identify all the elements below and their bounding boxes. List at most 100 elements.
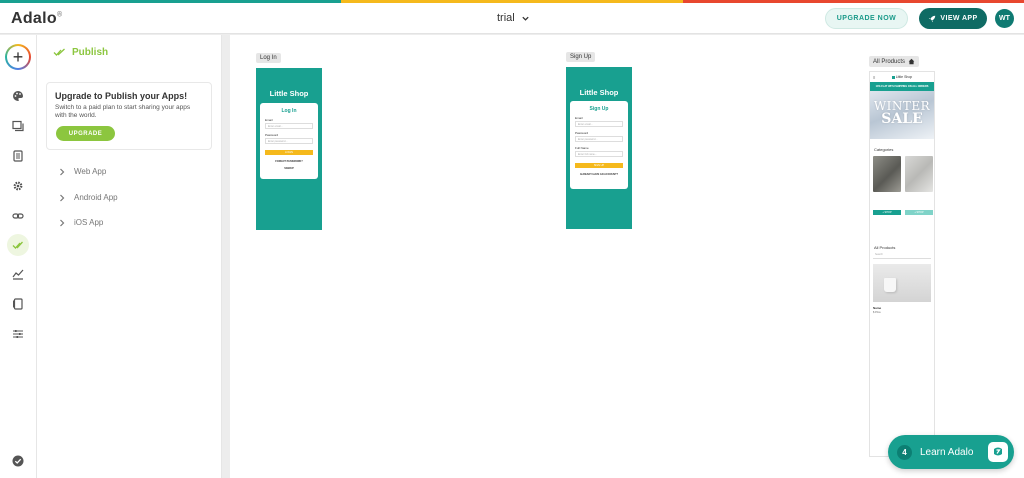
rocket-icon: [929, 15, 936, 22]
signup-fullname-label: Full Name: [575, 146, 589, 150]
app-canvas[interactable]: Log In Little Shop Log In Email Enter em…: [230, 35, 1024, 478]
winter-sale-banner[interactable]: WINTER SALE: [870, 91, 934, 139]
category-shop-button[interactable]: + SHOP: [905, 210, 933, 215]
all-products-label-text: All Products: [873, 58, 906, 65]
publish-item-label: Android App: [74, 193, 118, 202]
add-component-button[interactable]: +: [5, 44, 31, 70]
upgrade-card-text: Switch to a paid plan to start sharing y…: [55, 104, 191, 120]
sale-text: SALE: [881, 111, 923, 127]
login-password-label: Password: [265, 133, 279, 137]
upgrade-card: Upgrade to Publish your Apps! Switch to …: [46, 82, 212, 150]
login-email-label: Email: [265, 118, 273, 122]
add-icon: +: [7, 46, 29, 68]
publish-item-label: iOS App: [74, 218, 104, 227]
cup-image: [884, 278, 896, 292]
screens-button[interactable]: [10, 118, 26, 134]
signup-form-title: Sign Up: [589, 106, 609, 112]
category-shop-button[interactable]: + SHOP: [873, 210, 901, 215]
database-icon: [13, 150, 23, 162]
signup-email-label: Email: [575, 116, 583, 120]
learn-help-icon: [988, 442, 1008, 462]
home-app-header: ≡ Little Shop: [870, 72, 934, 82]
documentation-button[interactable]: [10, 296, 26, 312]
signup-button[interactable]: SIGN UP: [575, 163, 623, 168]
signup-form-card: Sign Up Email Enter email... Password En…: [570, 101, 628, 189]
adalo-logo[interactable]: Adalo®: [11, 10, 62, 28]
product-name: Name: [873, 306, 882, 310]
publish-icon: [53, 48, 65, 56]
screens-icon: [12, 120, 24, 132]
screen-label-all-products[interactable]: All Products: [869, 56, 920, 67]
already-have-account-link[interactable]: ALREADY HAVE AN ACCOUNT?: [570, 173, 628, 176]
category-buttons: + SHOP + SHOP: [873, 210, 934, 215]
left-icon-rail: +: [0, 35, 37, 478]
product-price: $ Price: [873, 311, 881, 314]
signup-password-label: Password: [575, 131, 589, 135]
login-form-card: Log In Email Enter email... Password Ent…: [260, 103, 318, 179]
upgrade-button[interactable]: UPGRADE: [56, 126, 115, 141]
login-form-title: Log In: [281, 108, 297, 114]
home-shop-title: Little Shop: [895, 75, 913, 79]
login-screen[interactable]: Little Shop Log In Email Enter email... …: [256, 68, 322, 230]
category-image[interactable]: [873, 156, 901, 192]
product-image[interactable]: [873, 264, 931, 302]
screen-label-signup[interactable]: Sign Up: [566, 52, 596, 62]
settings-icon: [13, 181, 23, 191]
publish-nav-button[interactable]: [7, 234, 29, 256]
database-button[interactable]: [10, 148, 26, 164]
upgrade-now-button[interactable]: UPGRADE NOW: [825, 8, 908, 29]
link-icon: [12, 213, 24, 219]
app-settings-button[interactable]: [10, 326, 26, 342]
project-name: trial: [497, 12, 515, 24]
publish-panel-title: Publish: [53, 47, 108, 58]
top-header: Adalo® trial UPGRADE NOW VIEW APP WT: [0, 3, 1024, 34]
publish-panel: Publish Upgrade to Publish your Apps! Sw…: [37, 35, 222, 478]
all-products-title: All Products: [874, 245, 896, 250]
analytics-button[interactable]: [10, 266, 26, 282]
publish-item-android-app[interactable]: Android App: [59, 193, 118, 202]
menu-icon[interactable]: ≡: [873, 75, 875, 80]
avatar[interactable]: WT: [995, 9, 1014, 28]
categories-list: [873, 156, 934, 192]
shop-logo-icon: [891, 75, 895, 79]
login-button[interactable]: LOGIN: [265, 150, 313, 155]
login-email-input[interactable]: Enter email...: [265, 123, 313, 129]
publish-item-web-app[interactable]: Web App: [59, 167, 106, 176]
publish-item-ios-app[interactable]: iOS App: [59, 218, 103, 227]
product-search-input[interactable]: Search: [873, 253, 931, 259]
chevron-right-icon: [60, 219, 65, 226]
project-selector[interactable]: trial: [497, 12, 530, 24]
signup-link[interactable]: SIGNUP: [260, 167, 318, 170]
view-app-label: VIEW APP: [940, 15, 978, 22]
docs-icon: [13, 298, 23, 310]
check-circle-icon: [12, 455, 24, 467]
chevron-down-icon: [522, 16, 529, 21]
settings-button[interactable]: [10, 178, 26, 194]
analytics-icon: [12, 269, 24, 280]
login-password-input[interactable]: Enter password...: [265, 138, 313, 144]
chevron-right-icon: [60, 168, 65, 175]
chevron-right-icon: [60, 194, 65, 201]
upgrade-card-heading: Upgrade to Publish your Apps!: [55, 91, 188, 101]
learn-count-badge: 4: [897, 444, 912, 460]
status-button[interactable]: [10, 453, 26, 469]
branding-button[interactable]: [10, 88, 26, 104]
all-products-screen[interactable]: ≡ Little Shop 10% FLAT WITH SHIPPING ON …: [869, 71, 935, 457]
signup-email-input[interactable]: Enter email...: [575, 121, 623, 127]
panel-title-text: Publish: [72, 47, 109, 58]
signup-password-input[interactable]: Enter password...: [575, 136, 623, 142]
learn-adalo-label: Learn Adalo: [920, 446, 974, 458]
learn-adalo-button[interactable]: 4 Learn Adalo: [888, 435, 1014, 469]
publish-item-label: Web App: [74, 167, 107, 176]
palette-icon: [13, 91, 23, 101]
forgot-password-link[interactable]: FORGOT PASSWORD?: [260, 160, 318, 163]
signup-screen[interactable]: Little Shop Sign Up Email Enter email...…: [566, 67, 632, 229]
screen-label-login[interactable]: Log In: [256, 53, 281, 63]
publish-icon: [12, 241, 23, 249]
shipping-banner: 10% FLAT WITH SHIPPING ON ALL ORDERS: [870, 82, 934, 91]
login-shop-title: Little Shop: [269, 89, 309, 98]
integrations-button[interactable]: [10, 208, 26, 224]
view-app-button[interactable]: VIEW APP: [919, 8, 987, 29]
category-image[interactable]: [905, 156, 933, 192]
signup-fullname-input[interactable]: Enter full name...: [575, 151, 623, 157]
